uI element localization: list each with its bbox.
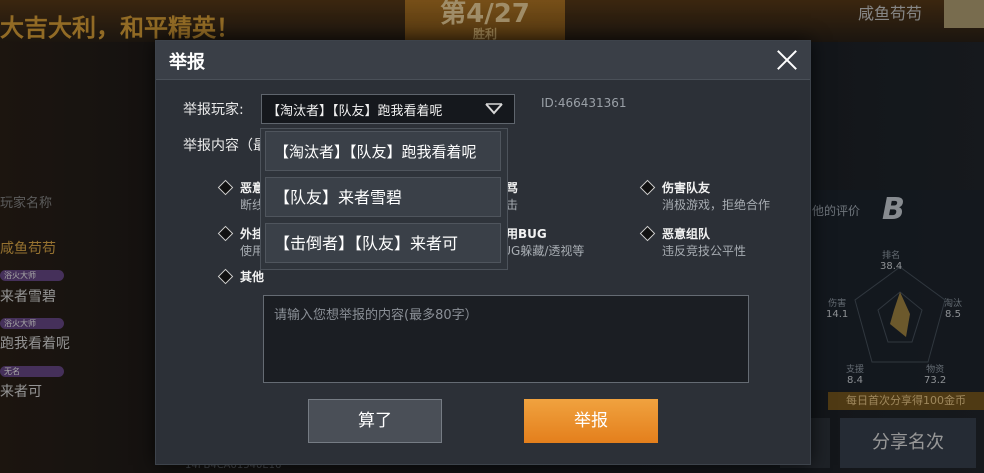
dropdown-item[interactable]: 【队友】来者雪碧 — [265, 177, 501, 217]
checkbox-diamond — [217, 225, 234, 242]
checkbox-diamond — [639, 225, 656, 242]
player-id: ID:466431361 — [541, 96, 627, 110]
cancel-button[interactable]: 算了 — [308, 399, 442, 443]
checkbox-diamond — [217, 179, 234, 196]
dropdown-item[interactable]: 【淘汰者】【队友】跑我看着呢 — [265, 131, 501, 171]
option-other[interactable]: 其他 — [217, 268, 338, 288]
report-button[interactable]: 举报 — [524, 399, 658, 443]
chevron-down-icon — [485, 103, 503, 115]
textarea-placeholder: 请输入您想举报的内容(最多80字） — [274, 308, 478, 323]
checkbox-diamond — [639, 179, 656, 196]
option-team-damage[interactable]: 伤害队友 消极游戏，拒绝合作 — [639, 179, 810, 215]
checkbox-diamond — [217, 268, 234, 285]
dialog-title: 举报 — [169, 52, 205, 73]
player-dropdown: 【淘汰者】【队友】跑我看着呢 【队友】来者雪碧 【击倒者】【队友】来者可 — [260, 128, 508, 270]
selected-player: 【淘汰者】【队友】跑我看着呢 — [267, 104, 443, 119]
dialog-header: 举报 — [156, 41, 810, 80]
report-player-label: 举报玩家: — [183, 102, 244, 118]
option-team-cheat[interactable]: 恶意组队 违反竞技公平性 — [639, 225, 810, 261]
report-text-input[interactable]: 请输入您想举报的内容(最多80字） — [263, 295, 749, 383]
player-select[interactable]: 【淘汰者】【队友】跑我看着呢 — [261, 94, 515, 124]
close-icon[interactable] — [770, 43, 804, 77]
dropdown-item[interactable]: 【击倒者】【队友】来者可 — [265, 223, 501, 263]
